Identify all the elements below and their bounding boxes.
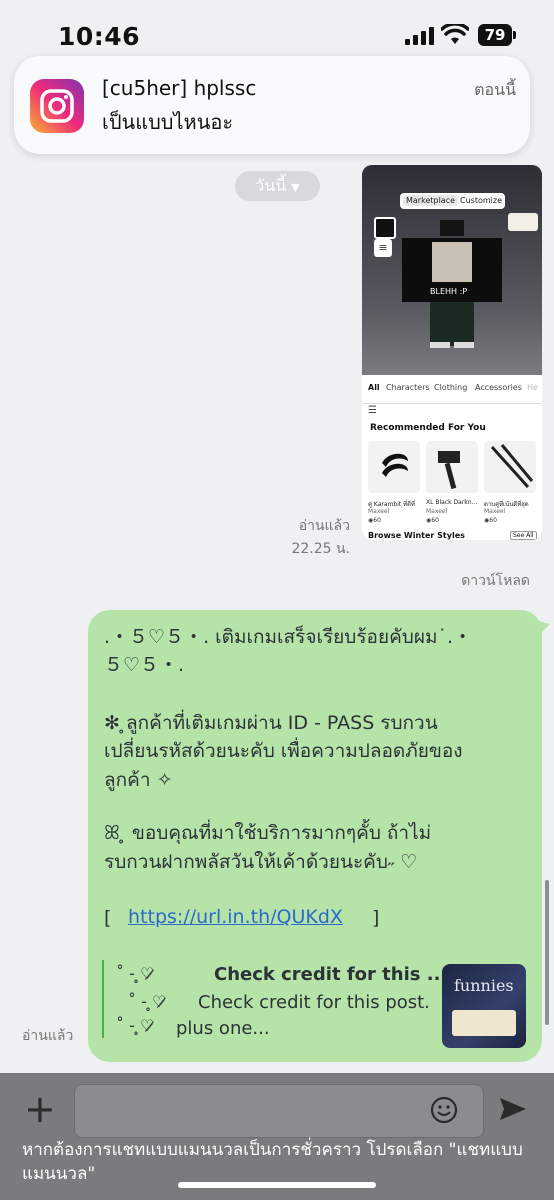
emoji-icon[interactable]: [430, 1096, 458, 1124]
send-icon[interactable]: [498, 1094, 528, 1124]
square-icon: [374, 217, 396, 239]
currency-badge: [508, 213, 538, 231]
image-tab-customize: Customize: [460, 196, 502, 205]
link-preview-thumbnail[interactable]: funnies: [442, 964, 526, 1048]
avatar-caption: BLEHH :P: [430, 287, 468, 296]
category-accessories: Accessories: [475, 383, 522, 392]
message-time: 22.25 น.: [291, 541, 350, 557]
item-seller-2: Maxeel: [484, 508, 506, 515]
item-seller-1: Maxeel: [426, 508, 448, 515]
read-receipt-2: อ่านแล้ว: [22, 1028, 74, 1044]
message-line-7: รบกวนฝากพลัสวันให้เค้าด้วยนะคับ˶ ♡: [104, 851, 418, 873]
category-tabs: All Characters Clothing Accessories He: [362, 375, 542, 404]
bubble-tail: [528, 618, 550, 640]
message-line-2: ５♡５・.: [104, 654, 185, 676]
message-line-5: ลูกค้า ✧: [104, 769, 173, 791]
quote-bar: [102, 960, 104, 1038]
see-all-button: See All: [510, 531, 537, 540]
item-price-0: ◉60: [368, 517, 381, 524]
notification-time: ตอนนี้: [474, 80, 516, 99]
browse-section-title: Browse Winter Styles: [368, 531, 465, 540]
link-open-bracket: [: [104, 907, 112, 929]
download-link[interactable]: ดาวน์โหลด: [461, 570, 530, 592]
message-line-6: ꕤ ̥ ขอบคุณที่มาใช้บริการมากๆคั้บ ถ้าไม่: [104, 822, 432, 844]
notification-body: เป็นแบบไหนอะ: [102, 110, 234, 134]
sliders-icon: ≡: [374, 239, 392, 257]
home-indicator[interactable]: [178, 1182, 376, 1188]
quote-decoration-3: ˚ - ̥♡̷̷: [116, 1016, 155, 1035]
caret-down-icon: ▼: [291, 181, 300, 194]
instagram-icon: [30, 79, 84, 133]
wifi-icon: [441, 24, 469, 44]
credit-link[interactable]: https://url.in.th/QUKdX: [128, 906, 343, 928]
battery-nub: [513, 31, 516, 39]
image-message[interactable]: Marketplace Customize ≡ BLEHH :P All Cha…: [362, 165, 542, 540]
item-price-1: ◉60: [426, 517, 439, 524]
text-message-bubble[interactable]: .・５♡５・. เติมเกมเสร็จเรียบร้อยคับผม˙.・ ５♡…: [88, 610, 542, 1062]
category-clothing: Clothing: [434, 383, 468, 392]
message-line-3: ✻ ̥ลูกค้าที่เติมเกมผ่าน ID - PASS รบกวน: [104, 712, 438, 734]
category-more: He: [527, 383, 538, 392]
item-thumb-karambit: [368, 441, 420, 493]
message-line-4: เปลี่ยนรหัสด้วยนะคับ เพื่อความปลอดภัยของ: [104, 740, 463, 762]
avatar-figure: [402, 220, 502, 348]
item-thumb-hammer: [426, 441, 478, 493]
thumbnail-title: funnies: [454, 976, 514, 995]
link-close-bracket: ]: [372, 907, 380, 929]
link-preview-body: Check credit for this post.: [198, 992, 430, 1013]
item-thumb-swords: [484, 441, 536, 493]
date-pill-label: วันนี้: [255, 176, 287, 195]
message-line-1: .・５♡５・. เติมเกมเสร็จเรียบร้อยคับผม˙.・: [104, 626, 473, 648]
image-tab-marketplace: Marketplace: [403, 195, 459, 206]
manual-chat-banner: หากต้องการแชทแบบแมนนวลเป็นการชั่วคราว โป…: [22, 1140, 523, 1184]
quote-decoration-1: ˚ - ̥♡̷̷: [116, 964, 155, 983]
item-seller-0: Maxeel: [368, 508, 390, 515]
category-characters: Characters: [386, 383, 430, 392]
date-filter-pill[interactable]: วันนี้ ▼: [235, 171, 320, 201]
read-receipt: อ่านแล้ว: [298, 518, 350, 534]
section-title: Recommended For You: [370, 423, 486, 433]
message-input[interactable]: [74, 1084, 484, 1138]
category-all: All: [368, 383, 380, 392]
thumbnail-card: [452, 1010, 516, 1036]
instagram-notification[interactable]: [cu5her] hplssc เป็นแบบไหนอะ ตอนนี้: [14, 56, 530, 154]
notification-title: [cu5her] hplssc: [102, 76, 257, 100]
plus-icon[interactable]: +: [24, 1090, 56, 1128]
item-name-1: XL Black Darkn...: [426, 499, 478, 506]
game-preview: Marketplace Customize ≡ BLEHH :P: [362, 165, 542, 375]
image-tabbar: Marketplace Customize: [400, 193, 505, 209]
scrollbar[interactable]: [545, 880, 549, 1025]
link-preview-title: Check credit for this ...: [214, 964, 448, 985]
filter-icon: ☰: [368, 405, 377, 416]
item-price-2: ◉60: [484, 517, 497, 524]
quote-decoration-2: ˚ - ̥♡̷̷: [128, 992, 167, 1011]
battery-indicator: 79: [478, 24, 512, 46]
cellular-signal-icon: [405, 27, 434, 45]
link-preview-body-2: plus one...: [176, 1018, 270, 1039]
clock: 10:46: [58, 22, 141, 51]
